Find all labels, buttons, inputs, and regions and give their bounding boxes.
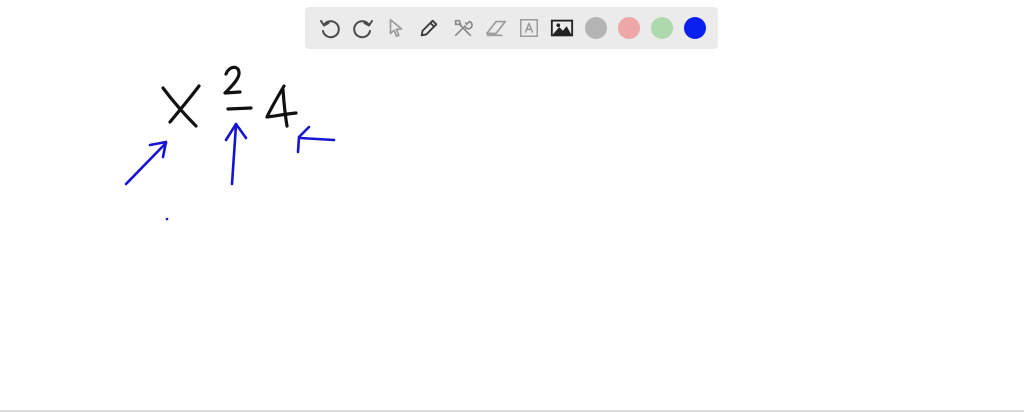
- image-icon: [551, 19, 574, 37]
- undo-button[interactable]: [313, 7, 346, 49]
- redo-button[interactable]: [346, 7, 379, 49]
- digit-two: [223, 65, 242, 95]
- text-box-icon: [520, 19, 539, 37]
- text-box-button[interactable]: [513, 7, 546, 49]
- ink-layer: [124, 65, 336, 221]
- color-swatch: [651, 17, 674, 39]
- color-blue-button[interactable]: [679, 7, 712, 49]
- arrow-2-shaft: [230, 123, 238, 186]
- tools-button[interactable]: [446, 7, 479, 49]
- undo-icon: [319, 20, 340, 39]
- handwritten-expression: [161, 65, 298, 128]
- arrow-3-shaft: [298, 136, 336, 142]
- image-button[interactable]: [546, 7, 579, 49]
- arrow-1-shaft: [124, 141, 168, 186]
- minus-sign: [226, 106, 253, 111]
- redo-icon: [353, 20, 373, 39]
- digit-four-stem: [281, 88, 289, 128]
- color-gray-button[interactable]: [579, 7, 612, 49]
- color-pink-button[interactable]: [612, 7, 645, 49]
- pointer-icon: [389, 18, 403, 38]
- color-swatch: [584, 17, 607, 39]
- drawing-toolbar: [305, 7, 718, 49]
- eraser-button[interactable]: [479, 7, 512, 49]
- color-green-button[interactable]: [646, 7, 679, 49]
- color-swatch: [617, 17, 640, 39]
- drawing-canvas[interactable]: [0, 0, 1024, 412]
- pen-button[interactable]: [413, 7, 446, 49]
- tools-icon: [454, 19, 473, 37]
- eraser-icon: [485, 20, 506, 37]
- pen-icon: [421, 19, 438, 37]
- color-swatch: [684, 17, 707, 39]
- stray-dot: [165, 217, 169, 221]
- pointer-button[interactable]: [380, 7, 413, 49]
- blue-arrows: [124, 122, 336, 186]
